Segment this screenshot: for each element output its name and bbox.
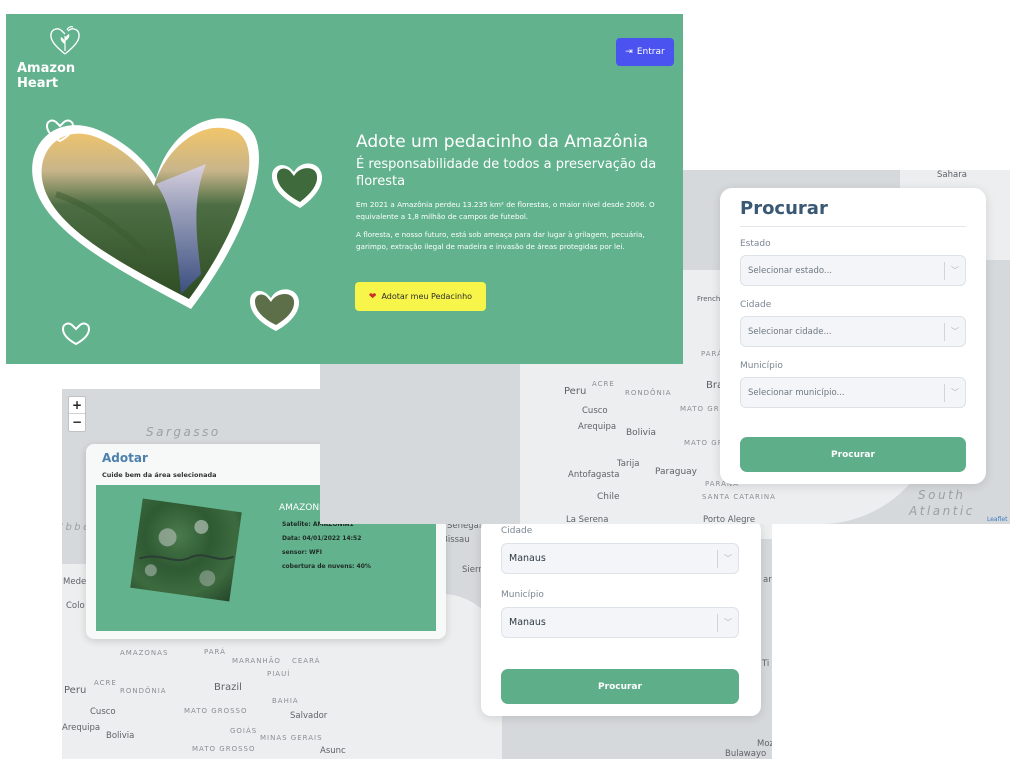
map-label: Ti (762, 659, 770, 669)
map-label: AMAZONAS (120, 649, 169, 657)
adopt-button[interactable]: ❤ Adotar meu Pedacinho (355, 282, 486, 311)
hero-section: Amazon Heart ⇥ Entrar Adote um pedacinho… (6, 14, 683, 364)
login-label: Entrar (636, 47, 665, 57)
map-label: Sargasso (146, 425, 221, 439)
map-label: Brazil (214, 682, 242, 693)
login-icon: ⇥ (625, 47, 633, 57)
map-label: PIAUÍ (267, 670, 291, 678)
municipio-select[interactable]: Manaus ﹀ (501, 607, 739, 638)
map-label: Bolivia (106, 731, 135, 741)
map-label: Salvador (290, 711, 328, 721)
estado-placeholder: Selecionar estado... (748, 265, 832, 276)
heart-icon: ❤ (368, 291, 377, 302)
map-label: RONDÔNIA (120, 687, 167, 695)
title-divider (740, 226, 966, 227)
cidade-value: Manaus (509, 553, 546, 564)
satellite-metadata: Satelite: AMAZONIA1 Data: 04/01/2022 14:… (282, 518, 371, 574)
municipio-label: Município (501, 590, 544, 600)
procurar-button[interactable]: Procurar (740, 437, 966, 472)
outline-heart-icon (61, 322, 91, 346)
map-label: Arequipa (578, 422, 617, 432)
municipio-label: Município (740, 361, 783, 371)
estado-select[interactable]: Selecionar estado... ﹀ (740, 255, 966, 286)
cidade-select[interactable]: Selecionar cidade... ﹀ (740, 316, 966, 347)
satellite-image-detail (139, 519, 234, 587)
map-label: Atlantic (909, 504, 975, 518)
map-label: Tarija (617, 459, 640, 469)
hero-title: Adote um pedacinho da Amazônia (356, 132, 649, 152)
satellite-date: Data: 04/01/2022 14:52 (282, 535, 362, 542)
map-label: Bulawayo (725, 749, 767, 759)
adopt-label: Adotar meu Pedacinho (381, 292, 473, 301)
map-label: Asunc (320, 746, 346, 756)
hero-subtitle: É responsabilidade de todos a preservaçã… (356, 157, 657, 189)
adotar-subtitle: Cuide bem da área selecionada (102, 471, 217, 479)
estado-label: Estado (740, 239, 771, 249)
hero-paragraph-2: A floresta, e nosso futuro, está sob ame… (356, 230, 645, 251)
cidade-select[interactable]: Manaus ﹀ (501, 543, 739, 574)
map-label: Colo (66, 601, 85, 611)
map-label: ar (763, 575, 772, 585)
search-card-filled: Cidade Manaus ﹀ Município Manaus ﹀ Procu… (481, 520, 761, 716)
map-label: PARÁ (204, 648, 226, 656)
map-label: Paraguay (655, 467, 698, 477)
cidade-label: Cidade (740, 300, 772, 310)
map-label: Arequipa (62, 723, 101, 733)
map-label: MINAS GERAIS (260, 734, 323, 742)
zoom-control: + − (68, 396, 86, 432)
map-label: Cusco (582, 406, 608, 416)
map-label: Chile (597, 492, 620, 502)
map-label: Porto Alegre (703, 515, 756, 524)
chevron-down-icon: ﹀ (724, 618, 732, 627)
map-label: RONDÔNIA (625, 389, 672, 397)
search-card: Procurar Estado Selecionar estado... ﹀ C… (720, 188, 986, 484)
adotar-title: Adotar (102, 451, 148, 465)
map-label: Cusco (90, 707, 116, 717)
map-label: Peru (64, 685, 87, 696)
map-label: Moz (757, 739, 772, 749)
hero-illustration (32, 118, 323, 346)
map-label: SANTA CATARINA (702, 493, 776, 501)
map-label: MARANHÃO (232, 657, 281, 665)
login-button[interactable]: ⇥ Entrar (616, 38, 674, 66)
map-label: Antofagasta (568, 470, 620, 480)
satellite-image (130, 498, 242, 602)
search-title: Procurar (740, 198, 828, 219)
cidade-placeholder: Selecionar cidade... (748, 326, 832, 337)
map-label: Sahara (937, 170, 967, 180)
hero-paragraph-1: Em 2021 a Amazônia perdeu 13.235 km² de … (356, 200, 655, 221)
zoom-in-button[interactable]: + (69, 397, 85, 414)
satellite-sensor: sensor: WFI (282, 549, 323, 556)
leaflet-attribution[interactable]: Leaflet (987, 516, 1007, 523)
map-label: Bissau (442, 535, 470, 545)
map-label: South (918, 488, 966, 502)
map-label: MATO GROSSO (184, 707, 248, 715)
municipio-placeholder: Selecionar município... (748, 387, 845, 398)
cidade-label: Cidade (501, 526, 533, 536)
map-label: BAHIA (272, 697, 299, 705)
map-label: GOIÁS (230, 727, 258, 735)
chevron-down-icon: ﹀ (951, 266, 959, 275)
map-label: ACRE (94, 679, 117, 687)
heart-leaf-logo-icon (50, 26, 80, 55)
satellite-cloud-cover: cobertura de nuvens: 40% (282, 563, 371, 570)
map-label: La Serena (566, 515, 609, 524)
map-label: ACRE (592, 380, 615, 388)
municipio-value: Manaus (509, 617, 546, 628)
chevron-down-icon: ﹀ (951, 388, 959, 397)
brand-logo[interactable]: Amazon Heart (17, 24, 117, 91)
map-label: CEARÁ (292, 657, 321, 665)
municipio-select[interactable]: Selecionar município... ﹀ (740, 377, 966, 408)
zoom-out-button[interactable]: − (69, 414, 85, 431)
chevron-down-icon: ﹀ (951, 327, 959, 336)
map-label: Peru (564, 386, 587, 397)
map-label: Bolivia (626, 428, 657, 438)
map-label: MATO GROSSO (192, 745, 256, 753)
chevron-down-icon: ﹀ (724, 554, 732, 563)
procurar-button-2[interactable]: Procurar (501, 669, 739, 704)
